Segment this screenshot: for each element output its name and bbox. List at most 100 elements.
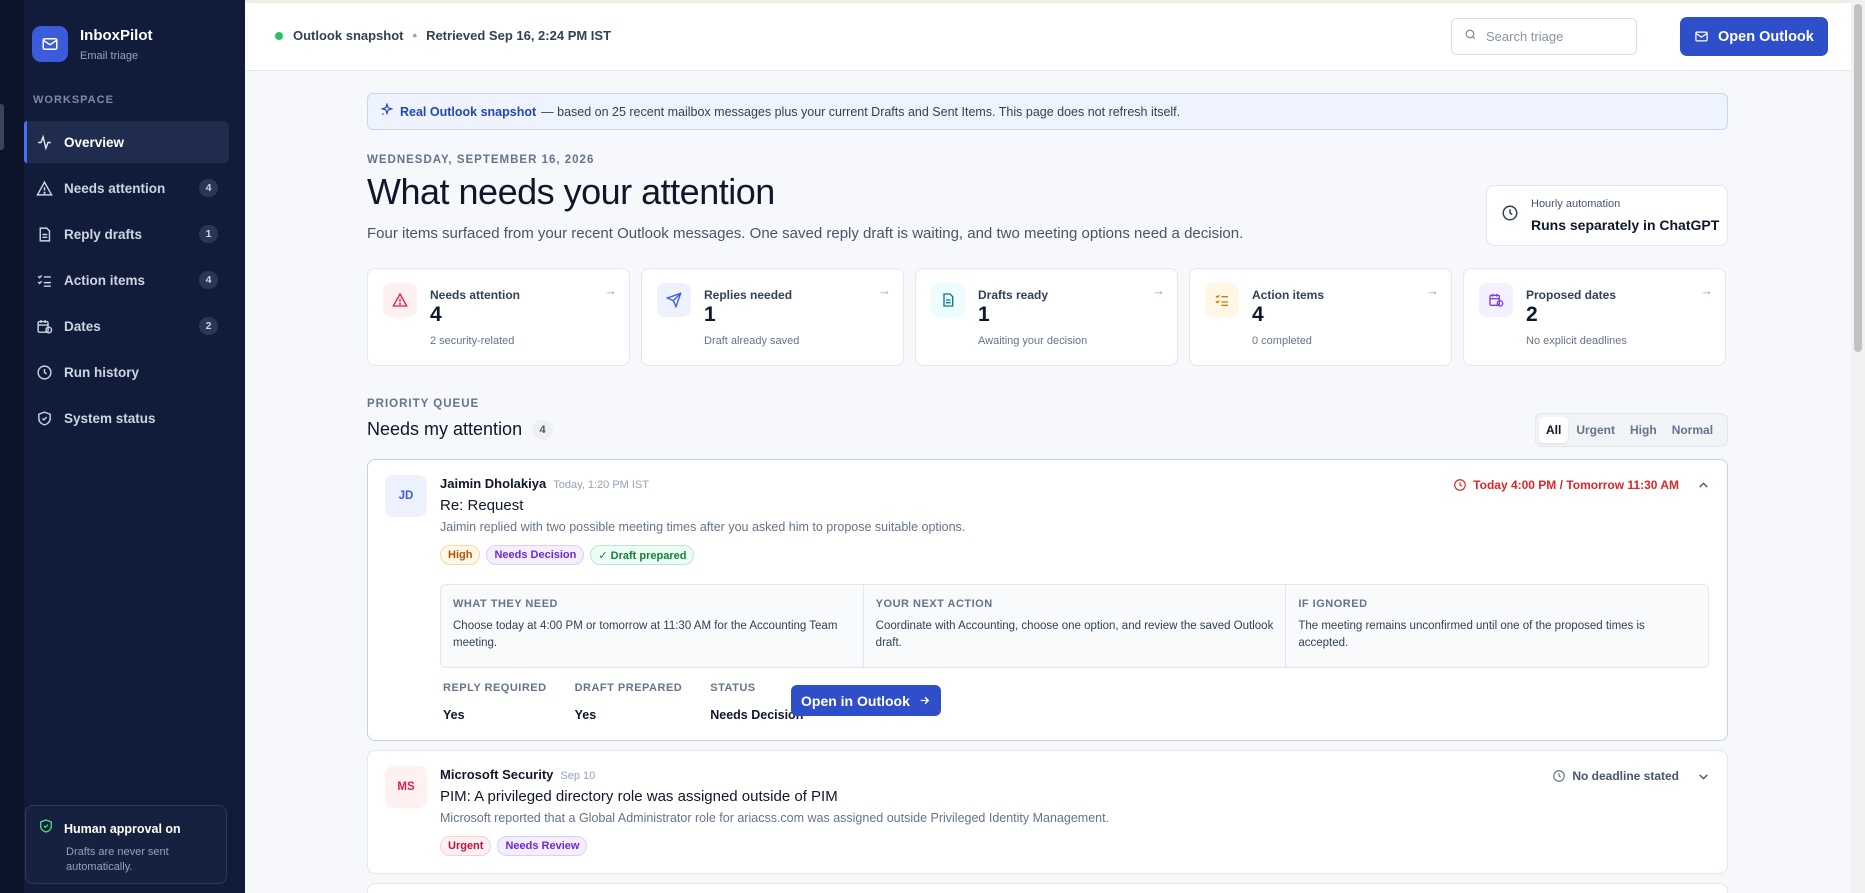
detail-what-they-need: WHAT THEY NEED Choose today at 4:00 PM o… <box>441 585 864 667</box>
priority-tag: High <box>440 545 481 565</box>
page-subtitle: Four items surfaced from your recent Out… <box>367 225 1244 242</box>
stat-card-proposed-dates[interactable]: Proposed dates 2 No explicit deadlines → <box>1463 268 1726 366</box>
priority-queue-label: PRIORITY QUEUE <box>367 398 480 410</box>
checklist-icon <box>1205 283 1239 317</box>
open-outlook-label: Open Outlook <box>1718 28 1814 45</box>
filter-all[interactable]: All <box>1539 417 1569 443</box>
shield-check-icon <box>38 818 54 839</box>
stat-card-replies-needed[interactable]: Replies needed 1 Draft already saved → <box>641 268 904 366</box>
search-icon <box>1464 28 1477 46</box>
app-window: InboxPilot Email triage WORKSPACE Overvi… <box>0 0 1865 893</box>
filter-urgent[interactable]: Urgent <box>1569 417 1622 443</box>
due-indicator: No deadline stated <box>1552 769 1679 783</box>
page-scrollbar[interactable] <box>1851 0 1865 893</box>
arrow-right-icon: → <box>604 283 617 298</box>
stat-card-needs-attention[interactable]: Needs attention 4 2 security-related → <box>367 268 630 366</box>
brand[interactable]: InboxPilot Email triage <box>32 26 153 62</box>
chevron-down-icon[interactable] <box>1695 768 1711 784</box>
sidebar-item-label: Run history <box>64 364 140 380</box>
stat-note: 0 completed <box>1252 335 1312 347</box>
mail-icon <box>1694 29 1709 44</box>
stat-card-drafts-ready[interactable]: Drafts ready 1 Awaiting your decision → <box>915 268 1178 366</box>
detail-text: Choose today at 4:00 PM or tomorrow at 1… <box>453 620 838 649</box>
open-outlook-button[interactable]: Open Outlook <box>1680 17 1828 56</box>
meta-value: Yes <box>443 708 465 722</box>
message-card[interactable]: JD Jaimin Dholakiya Today, 1:20 PM IST R… <box>367 459 1728 741</box>
message-meta: REPLY REQUIRED Yes DRAFT PREPARED Yes ST… <box>443 682 831 722</box>
arrow-right-icon: → <box>1426 283 1439 298</box>
open-in-outlook-button[interactable]: Open in Outlook <box>791 685 941 716</box>
filter-normal[interactable]: Normal <box>1665 417 1720 443</box>
message-tags: Urgent Needs Review <box>440 836 593 856</box>
sender-name: Microsoft Security <box>440 767 554 782</box>
sender-line: Jaimin Dholakiya Today, 1:20 PM IST <box>440 476 649 491</box>
sidebar-item-overview[interactable]: Overview <box>24 121 229 163</box>
left-edge-strip <box>0 0 24 893</box>
automation-value: Runs separately in ChatGPT <box>1531 217 1720 233</box>
sidebar-item-label: Action items <box>64 272 146 288</box>
status-separator: • <box>412 28 418 43</box>
app-tagline: Email triage <box>80 49 139 62</box>
sidebar-item-needs-attention[interactable]: Needs attention 4 <box>24 167 229 209</box>
message-details: WHAT THEY NEED Choose today at 4:00 PM o… <box>440 584 1709 668</box>
stat-label: Replies needed <box>704 288 793 302</box>
detail-heading: IF IGNORED <box>1298 598 1368 610</box>
approval-subtitle: Drafts are never sent automatically. <box>66 846 169 873</box>
avatar: MS <box>385 766 427 808</box>
scrollbar-thumb[interactable] <box>1854 4 1862 352</box>
message-card[interactable]: MS Microsoft Security Sep 10 PIM: A priv… <box>367 750 1728 874</box>
stat-label: Drafts ready <box>978 288 1049 302</box>
queue-count-badge: 4 <box>532 419 554 440</box>
sender-line: Microsoft Security Sep 10 <box>440 767 595 782</box>
detail-text: Coordinate with Accounting, choose one o… <box>875 620 1274 649</box>
current-date: WEDNESDAY, SEPTEMBER 16, 2026 <box>367 154 595 166</box>
arrow-right-icon <box>918 694 931 707</box>
status-dot <box>275 31 283 40</box>
filter-high[interactable]: High <box>1623 417 1664 443</box>
automation-label: Hourly automation <box>1531 198 1621 210</box>
workspace-label: WORKSPACE <box>33 94 114 106</box>
message-subject: Re: Request <box>440 497 524 514</box>
message-card[interactable] <box>367 883 1728 893</box>
due-text: Today 4:00 PM / Tomorrow 11:30 AM <box>1473 478 1679 492</box>
sidebar-item-action-items[interactable]: Action items 4 <box>24 259 229 301</box>
stats-row: Needs attention 4 2 security-related → R… <box>367 268 1728 366</box>
message-tags: High Needs Decision ✓ Draft prepared <box>440 545 700 565</box>
sidebar-item-reply-drafts[interactable]: Reply drafts 1 <box>24 213 229 255</box>
page-title: What needs your attention <box>367 171 775 212</box>
sidebar-item-count: 4 <box>199 179 218 197</box>
shield-icon <box>35 409 53 427</box>
detail-text: The meeting remains unconfirmed until on… <box>1298 620 1645 649</box>
sidebar-item-label: Reply drafts <box>64 226 143 242</box>
stat-note: Awaiting your decision <box>978 335 1088 347</box>
edge-handle[interactable] <box>0 104 4 150</box>
stat-label: Proposed dates <box>1526 288 1617 302</box>
sidebar-item-system-status[interactable]: System status <box>24 397 229 439</box>
sidebar-item-label: System status <box>64 410 156 426</box>
banner-highlight: Real Outlook snapshot <box>400 104 537 119</box>
sidebar-item-count: 2 <box>199 317 218 335</box>
due-text: No deadline stated <box>1572 769 1679 783</box>
stat-label: Action items <box>1252 288 1325 302</box>
meta-value: Yes <box>574 708 597 722</box>
document-icon <box>931 283 965 317</box>
snapshot-label: Outlook snapshot <box>293 28 404 43</box>
open-in-outlook-label: Open in Outlook <box>801 692 910 709</box>
sidebar-item-run-history[interactable]: Run history <box>24 351 229 393</box>
warning-icon <box>35 179 53 197</box>
calendar-clock-icon <box>1479 283 1513 317</box>
stat-note: Draft already saved <box>704 335 800 347</box>
banner-text: — based on 25 recent mailbox messages pl… <box>541 104 1181 119</box>
queue-title-text: Needs my attention <box>367 419 523 439</box>
stat-card-action-items[interactable]: Action items 4 0 completed → <box>1189 268 1452 366</box>
stat-value: 1 <box>704 303 716 326</box>
search-input[interactable] <box>1486 29 1626 44</box>
sidebar: InboxPilot Email triage WORKSPACE Overvi… <box>24 0 245 893</box>
sidebar-item-count: 1 <box>199 225 218 243</box>
mail-icon <box>32 26 68 62</box>
sidebar-item-dates[interactable]: Dates 2 <box>24 305 229 347</box>
search-box[interactable] <box>1451 18 1637 55</box>
detail-heading: WHAT THEY NEED <box>453 598 558 610</box>
sidebar-item-label: Overview <box>64 134 125 150</box>
chevron-up-icon[interactable] <box>1695 477 1711 493</box>
